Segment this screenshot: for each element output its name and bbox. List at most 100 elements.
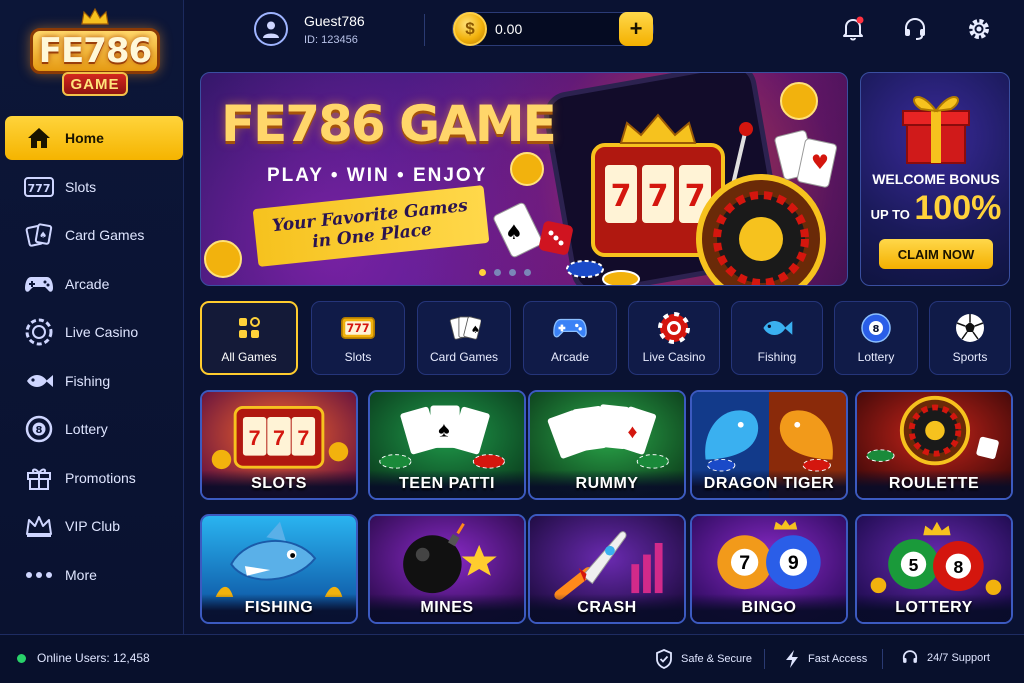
online-users: Online Users: 12,458 <box>37 651 150 665</box>
bonus-title: WELCOME BONUS <box>872 171 1000 187</box>
lightning-icon <box>786 650 798 668</box>
bell-icon <box>843 16 864 41</box>
settings-button[interactable] <box>964 14 994 44</box>
gamepad-icon <box>23 271 55 297</box>
category-bar: All Games 777 Slots ♠ Card Games Arcade … <box>200 301 1012 377</box>
top-bar: Guest786 ID: 123456 $ 0.00 + <box>184 0 1024 62</box>
more-dots-icon <box>23 562 55 588</box>
category-arcade[interactable]: Arcade <box>523 301 617 375</box>
game-tile-slots[interactable]: 7 7 7 SLOTS <box>200 390 358 500</box>
claim-now-button[interactable]: CLAIM NOW <box>879 239 993 269</box>
sidebar-item-home[interactable]: Home <box>5 116 183 160</box>
category-slots[interactable]: 777 Slots <box>311 301 405 375</box>
game-tile-mines[interactable]: MINES <box>368 514 526 624</box>
sidebar-item-more[interactable]: More <box>5 553 183 597</box>
game-tile-label: MINES <box>370 594 524 622</box>
sidebar-item-fishing[interactable]: Fishing <box>5 359 183 403</box>
carousel-dot[interactable] <box>479 269 486 276</box>
svg-text:♠: ♠ <box>471 325 480 336</box>
logo-subtext: GAME <box>62 72 128 96</box>
carousel-dot[interactable] <box>509 269 516 276</box>
svg-text:7: 7 <box>297 426 309 450</box>
category-lottery[interactable]: 8 Lottery <box>834 301 918 375</box>
headset-icon <box>905 17 925 40</box>
sidebar-item-label: VIP Club <box>65 518 120 534</box>
game-tile-label: TEEN PATTI <box>370 470 524 498</box>
category-sports[interactable]: Sports <box>929 301 1011 375</box>
add-funds-button[interactable]: + <box>619 12 653 46</box>
category-fishing[interactable]: Fishing <box>731 301 823 375</box>
bonus-amount: 100% <box>914 189 1002 227</box>
gift-icon <box>23 465 55 491</box>
svg-text:♠: ♠ <box>39 231 47 241</box>
game-tile-bingo[interactable]: 7 9 BINGO <box>690 514 848 624</box>
svg-text:♠: ♠ <box>505 220 523 244</box>
avatar[interactable] <box>254 12 288 46</box>
category-label: Slots <box>344 350 372 364</box>
game-tile-dragon-tiger[interactable]: DRAGON TIGER <box>690 390 848 500</box>
sidebar-item-vip-club[interactable]: VIP Club <box>5 504 183 548</box>
sidebar-item-promotions[interactable]: Promotions <box>5 456 183 500</box>
coin-icon: $ <box>453 12 487 46</box>
svg-text:7: 7 <box>648 179 669 214</box>
feature-support[interactable]: 24/7 Support <box>901 649 990 667</box>
carousel-dot[interactable] <box>494 269 501 276</box>
game-tile-roulette[interactable]: ROULETTE <box>855 390 1013 500</box>
fish-icon <box>760 312 794 344</box>
sidebar-item-label: Arcade <box>65 275 110 292</box>
category-label: Sports <box>952 350 988 364</box>
gamepad-icon <box>553 312 587 344</box>
sidebar-item-slots[interactable]: 777 Slots <box>5 165 183 209</box>
game-tile-teen-patti[interactable]: ♠ TEEN PATTI <box>368 390 526 500</box>
headset-icon <box>902 650 918 663</box>
carousel-dot[interactable] <box>524 269 531 276</box>
support-button[interactable] <box>900 14 930 44</box>
sidebar-item-arcade[interactable]: Arcade <box>5 262 183 306</box>
user-id: ID: 123456 <box>304 34 358 46</box>
game-tile-label: CRASH <box>530 594 684 622</box>
feature-label: 24/7 Support <box>927 652 990 664</box>
category-label: Card Games <box>429 350 499 364</box>
logo-text: FE786 <box>30 28 160 74</box>
game-tile-label: RUMMY <box>530 470 684 498</box>
hero-banner[interactable]: 7 7 7 ♥ ♠ FE786 GAME PLAY • WIN • ENJOY … <box>200 72 848 286</box>
category-card-games[interactable]: ♠ Card Games <box>417 301 511 375</box>
svg-text:8: 8 <box>873 324 880 335</box>
chip-icon <box>657 312 691 344</box>
balance-value: 0.00 <box>495 21 523 37</box>
game-tile-label: ROULETTE <box>857 470 1011 498</box>
category-label: All Games <box>221 350 277 364</box>
lottery-ball-icon: 8 <box>23 415 55 443</box>
sidebar-item-live-casino[interactable]: Live Casino <box>5 310 183 354</box>
game-tile-crash[interactable]: CRASH <box>528 514 686 624</box>
category-label: Arcade <box>550 350 590 364</box>
game-tile-rummy[interactable]: ♦ RUMMY <box>528 390 686 500</box>
sidebar: FE786 GAME Home 777 Slots ♠ Card Games A <box>0 0 184 634</box>
game-tile-label: DRAGON TIGER <box>692 470 846 498</box>
online-status-dot <box>17 654 26 663</box>
cards-icon: ♠ <box>447 312 481 344</box>
gear-icon <box>969 19 989 39</box>
divider <box>424 14 425 46</box>
sidebar-item-card-games[interactable]: ♠ Card Games <box>5 213 183 257</box>
svg-text:7: 7 <box>249 426 261 450</box>
svg-text:7: 7 <box>685 179 706 214</box>
category-label: Live Casino <box>642 350 706 364</box>
logo[interactable]: FE786 GAME <box>30 8 160 104</box>
sidebar-item-label: Lottery <box>65 421 108 437</box>
game-tile-lottery[interactable]: 5 8 LOTTERY <box>855 514 1013 624</box>
bonus-prefix: UP TO <box>870 207 910 222</box>
sidebar-item-label: Slots <box>65 178 97 195</box>
svg-text:9: 9 <box>788 552 799 574</box>
game-tile-fishing[interactable]: FISHING <box>200 514 358 624</box>
category-live-casino[interactable]: Live Casino <box>628 301 720 375</box>
crown-icon <box>23 513 55 539</box>
svg-text:8: 8 <box>953 557 963 577</box>
hero-title: FE786 GAME <box>221 95 557 153</box>
sidebar-item-lottery[interactable]: 8 Lottery <box>5 407 183 451</box>
lottery-ball-icon: 8 <box>859 312 893 344</box>
slots-icon: 777 <box>341 312 375 344</box>
svg-text:7: 7 <box>273 426 285 450</box>
category-all-games[interactable]: All Games <box>200 301 298 375</box>
notifications-button[interactable] <box>838 14 868 44</box>
